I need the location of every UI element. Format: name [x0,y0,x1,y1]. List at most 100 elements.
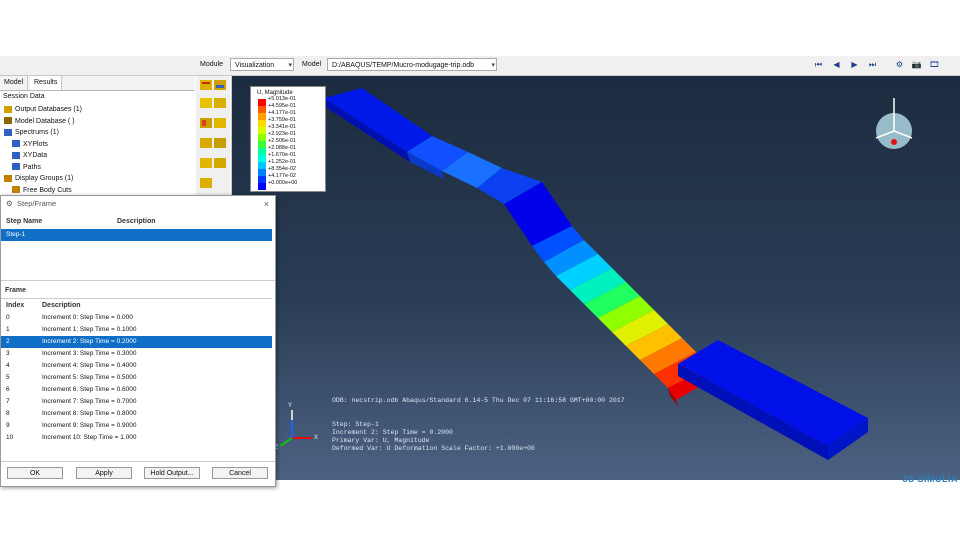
frame-index: 4 [6,362,10,369]
tree-node-icon [4,174,12,182]
frame-row[interactable]: 8 Increment 8: Step Time = 0.8000 [1,408,272,420]
frame-options-icon[interactable]: ⚙ [893,59,906,71]
model-combo[interactable]: D:/ABAQUS/TEMP/Mucro-modugage-trip.odb ▾ [327,58,497,71]
tree-node-icon [4,128,12,136]
tree-item-label: Paths [23,163,41,171]
frame-row[interactable]: 3 Increment 3: Step Time = 0.3000 [1,348,272,360]
model-label: Model [302,61,322,68]
frame-description: Increment 7: Step Time = 0.7000 [42,398,137,405]
primary-var-info: Primary Var: U, Magnitude [332,437,430,444]
legend-value: +4.177e-01 [268,110,296,116]
axis-y-label: Y [288,402,292,409]
superimpose-icon [214,98,226,108]
legend-swatch [258,162,266,169]
tab-results[interactable]: Results [30,76,63,90]
tree-item[interactable]: Free Body Cuts [12,185,72,196]
frame-description: Increment 8: Step Time = 0.8000 [42,410,137,417]
material-orientation-icon [214,118,226,128]
display-group-icon [214,158,226,168]
frame-index: 3 [6,350,10,357]
tree-item[interactable]: XYData [12,150,47,161]
ok-button[interactable]: OK [7,467,63,479]
frame-description: Increment 6: Step Time = 0.6000 [42,386,137,393]
apply-button[interactable]: Apply [76,467,132,479]
tree-item[interactable]: XYPlots [12,139,48,150]
odb-info: ODB: necstrip.odb Abaqus/Standard 6.14-5… [332,397,625,404]
frame-description-header: Description [42,302,81,309]
tree-item[interactable]: Display Groups (1) [4,173,73,184]
frame-row[interactable]: 0 Increment 0: Step Time = 0.000 [1,312,272,324]
frame-index: 9 [6,422,10,429]
divider [1,280,275,281]
tree-node-icon [12,151,20,159]
frame-description: Increment 2: Step Time = 0.2000 [42,338,137,345]
frame-description: Increment 1: Step Time = 0.1000 [42,326,137,333]
legend-swatch [258,99,266,106]
model-value: D:/ABAQUS/TEMP/Mucro-modugage-trip.odb [332,62,474,69]
frame-row[interactable]: 9 Increment 9: Step Time = 0.9000 [1,420,272,432]
tree-node-icon [12,163,20,171]
legend-swatch [258,176,266,183]
step-name: Step-1 [6,231,26,238]
legend-value: +2.506e-01 [268,138,296,144]
close-icon[interactable]: × [264,196,269,212]
first-frame-button[interactable]: ⏮ [812,59,825,71]
hold-output-button[interactable]: Hold Output... [144,467,200,479]
tree-item-label: Model Database ( ) [15,117,75,125]
specimen-lower-segment [678,340,868,460]
legend-swatch [258,106,266,113]
frame-index: 10 [6,434,14,441]
legend-swatch [258,127,266,134]
frame-row[interactable]: 5 Increment 5: Step Time = 0.5000 [1,372,272,384]
frame-row[interactable]: 4 Increment 4: Step Time = 0.4000 [1,360,272,372]
tree-item[interactable]: Paths [12,162,41,173]
cancel-button[interactable]: Cancel [212,467,268,479]
module-label: Module [200,61,223,68]
chevron-down-icon: ▾ [288,62,292,69]
tree-item[interactable]: Spectrums (1) [4,127,59,138]
tree-node-icon [12,140,20,148]
previous-frame-button[interactable]: ◀ [830,59,843,71]
last-frame-button[interactable]: ⏭ [866,59,879,71]
view-cut-icon [200,158,212,168]
legend-swatch [258,134,266,141]
frame-row[interactable]: 1 Increment 1: Step Time = 0.1000 [1,324,272,336]
frame-index: 5 [6,374,10,381]
play-button[interactable]: ▶ [848,59,861,71]
legend-swatch [258,113,266,120]
tree-item-label: XYData [23,152,48,159]
step-frame-dialog: ⚙ Step/Frame × Step Name Description Ste… [0,195,276,487]
step-description-header: Description [117,218,156,225]
tree-node-icon [4,117,12,125]
legend-value: +1.252e-01 [268,159,296,165]
module-combo[interactable]: Visualization ▾ [230,58,294,71]
frame-row[interactable]: 10 Increment 10: Step Time = 1.000 [1,432,272,444]
camera-icon[interactable]: 📷 [910,59,923,71]
divider [1,461,275,462]
tree-item[interactable]: Model Database ( ) [4,116,75,127]
camera-settings-icon[interactable]: 🎞 [928,59,941,71]
tree-item-label: Display Groups (1) [15,175,74,182]
frame-index: 1 [6,326,10,333]
tab-model[interactable]: Model [0,76,29,90]
tree-node-icon [4,105,12,113]
toolbox-icons [200,80,226,188]
frame-index: 8 [6,410,10,417]
viewport[interactable]: Y X Z U, Magnitude +5.013e-01+4.595e-01+… [232,76,960,480]
increment-info: Increment 2: Step Time = 0.2000 [332,429,453,436]
tree-item[interactable]: Output Databases (1) [4,104,82,115]
common-options-icon [200,98,212,108]
tree-node-icon [12,186,20,194]
legend-value: +0.000e+00 [268,180,298,186]
legend-value: +8.354e-02 [268,166,296,172]
frame-index: 6 [6,386,10,393]
step-name-header: Step Name [6,218,43,225]
frame-row[interactable]: 6 Increment 6: Step Time = 0.6000 [1,384,272,396]
legend-swatch [258,141,266,148]
legend-swatch [258,155,266,162]
frame-row[interactable]: 2 Increment 2: Step Time = 0.2000 [1,336,272,348]
frame-row[interactable]: 7 Increment 7: Step Time = 0.7000 [1,396,272,408]
legend-value: +2.088e-01 [268,145,296,151]
session-data-row: Session Data [0,91,198,103]
step-row[interactable]: Step-1 [1,229,272,241]
